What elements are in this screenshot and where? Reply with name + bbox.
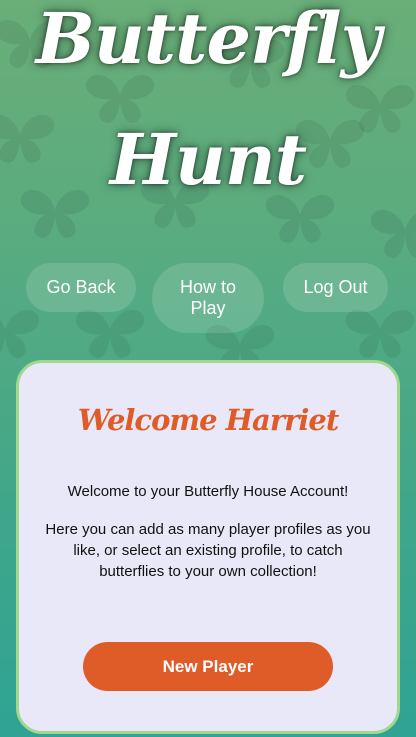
- go-back-label: Go Back: [46, 277, 116, 297]
- how-to-play-label: How to Play: [179, 277, 237, 318]
- app-title-line-1: Butterfly: [35, 0, 382, 80]
- go-back-button[interactable]: Go Back: [26, 263, 136, 312]
- info-text: Here you can add as many player profiles…: [45, 521, 371, 580]
- welcome-heading: Welcome Harriet: [77, 403, 340, 437]
- new-player-button[interactable]: New Player: [83, 642, 333, 691]
- new-player-label: New Player: [162, 656, 254, 676]
- how-to-play-button[interactable]: How to Play: [152, 263, 264, 333]
- app-title-line-2: Hunt: [109, 118, 307, 201]
- log-out-button[interactable]: Log Out: [283, 263, 388, 312]
- log-out-label: Log Out: [303, 277, 368, 297]
- welcome-text: Welcome to your Butterfly House Account!: [67, 483, 349, 500]
- welcome-card: Welcome Harriet Welcome to your Butterfl…: [16, 360, 400, 734]
